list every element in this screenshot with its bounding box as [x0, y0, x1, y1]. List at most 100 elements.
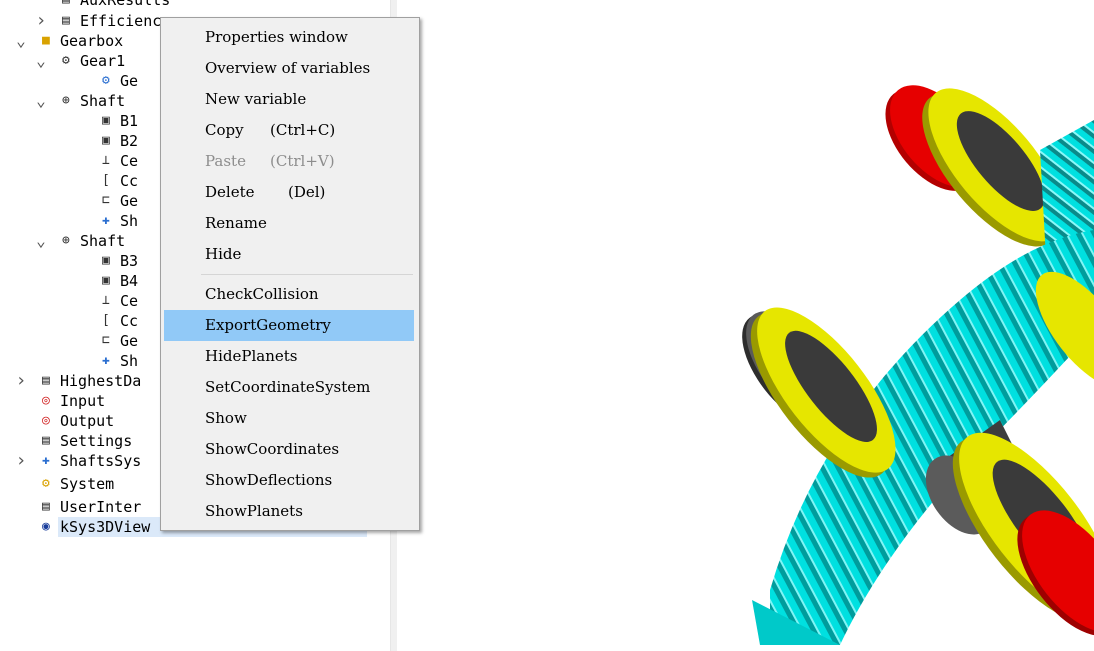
menu-item-showdeflections[interactable]: ShowDeflections: [164, 465, 414, 496]
table-icon: ▤: [42, 433, 50, 448]
table-icon: ▤: [62, 0, 76, 7]
tree-item-label: Settings: [60, 432, 133, 450]
tree-item-label: Efficienc: [80, 12, 162, 30]
menu-item-label: CheckCollision: [205, 285, 319, 303]
tree-item-label: Ce: [120, 152, 139, 170]
context-menu: Properties window Overview of variables Ne…: [160, 17, 420, 531]
3d-viewport[interactable]: [397, 0, 1094, 651]
gears-icon: ⚙: [102, 73, 110, 88]
force-icon: ⊥: [102, 153, 110, 168]
menu-item-label: New variable: [205, 90, 307, 108]
shaft-segment-icon: ✚: [102, 213, 110, 228]
menu-item-new-variable[interactable]: New variable: [164, 84, 414, 115]
tree-item-label: Output: [60, 412, 115, 430]
folder-icon: ■: [42, 33, 50, 48]
menu-item-label: Rename: [205, 214, 267, 232]
menu-item-rename[interactable]: Rename: [164, 208, 414, 239]
document-icon: ▤: [62, 13, 70, 28]
tree-item-label: Sh: [120, 352, 139, 370]
menu-item-overview-of-variables[interactable]: Overview of variables: [164, 53, 414, 84]
menu-item-delete[interactable]: Delete (Del): [164, 177, 414, 208]
menu-item-shortcut: (Del): [288, 183, 326, 201]
shafts-system-icon: ✚: [42, 453, 50, 468]
menu-item-properties-window[interactable]: Properties window: [164, 22, 414, 53]
chevron-right-icon[interactable]: ›: [14, 451, 28, 471]
tree-item-label: Input: [60, 392, 106, 410]
menu-item-paste[interactable]: Paste (Ctrl+V): [164, 146, 414, 177]
chevron-down-icon[interactable]: ⌄: [34, 231, 48, 251]
tree-item-label: B2: [120, 132, 139, 150]
table-icon: ▤: [42, 499, 50, 514]
tree-item[interactable]: ▤ AuxResults: [0, 0, 390, 10]
menu-item-label: ShowDeflections: [205, 471, 333, 489]
bearing-icon: ▣: [102, 113, 110, 128]
tree-item-label: HighestDa: [60, 372, 142, 390]
menu-item-label: Paste: [205, 152, 246, 170]
tree-item-label: Gear1: [80, 52, 126, 70]
menu-item-label: ShowCoordinates: [205, 440, 340, 458]
menu-item-showplanets[interactable]: ShowPlanets: [164, 496, 414, 527]
menu-item-label: ExportGeometry: [205, 316, 331, 334]
menu-item-label: Show: [205, 409, 247, 427]
menu-item-label: HidePlanets: [205, 347, 298, 365]
tree-item-label: B3: [120, 252, 139, 270]
menu-item-hide[interactable]: Hide: [164, 239, 414, 270]
menu-item-shortcut: (Ctrl+V): [270, 152, 335, 170]
tree-item-label: Gearbox: [60, 32, 124, 50]
target-icon: ◎: [42, 413, 50, 428]
bearing-icon: ▣: [102, 273, 110, 288]
menu-item-label: Overview of variables: [205, 59, 371, 77]
tree-item-label: AuxResults: [80, 0, 171, 9]
coupling-icon: [: [102, 313, 110, 328]
tree-item-label: UserInter: [60, 498, 142, 516]
shaft-icon: ⊕: [62, 233, 70, 248]
tree-item-label: Shaft: [80, 232, 126, 250]
menu-item-label: Delete: [205, 183, 255, 201]
menu-item-copy[interactable]: Copy (Ctrl+C): [164, 115, 414, 146]
menu-item-checkcollision[interactable]: CheckCollision: [164, 279, 414, 310]
bearing-icon: ▣: [102, 253, 110, 268]
chevron-down-icon[interactable]: ⌄: [34, 91, 48, 111]
coupling-icon: [: [102, 173, 110, 188]
menu-item-exportgeometry[interactable]: ExportGeometry: [164, 310, 414, 341]
gear-icon: ⊏: [102, 333, 110, 348]
shaft-icon: ⊕: [62, 93, 70, 108]
menu-item-label: Copy: [205, 121, 244, 139]
target-icon: ◎: [42, 393, 50, 408]
3d-view-icon: ◉: [42, 519, 50, 534]
system-icon: ⚙: [42, 476, 50, 491]
menu-item-shortcut: (Ctrl+C): [270, 121, 336, 139]
tree-item-label: ShaftsSys: [60, 452, 142, 470]
chevron-down-icon[interactable]: ⌄: [34, 51, 48, 71]
menu-separator: [201, 274, 413, 275]
menu-item-show[interactable]: Show: [164, 403, 414, 434]
menu-item-hideplanets[interactable]: HidePlanets: [164, 341, 414, 372]
tree-item-label: B1: [120, 112, 139, 130]
tree-item-label: Ge: [120, 192, 139, 210]
bearing-icon: ▣: [102, 133, 110, 148]
tree-item-label: Ge: [120, 72, 139, 90]
gear-pair-icon: ⚙: [62, 53, 70, 68]
tree-item-label: B4: [120, 272, 139, 290]
tree-item-label: Ge: [120, 332, 139, 350]
gearbox-3d-render: [742, 85, 1094, 645]
chevron-down-icon[interactable]: ⌄: [14, 31, 28, 51]
menu-item-label: Hide: [205, 245, 242, 263]
tree-item-label: Sh: [120, 212, 139, 230]
menu-item-label: ShowPlanets: [205, 502, 303, 520]
chevron-right-icon[interactable]: ›: [34, 11, 48, 31]
gear-icon: ⊏: [102, 193, 110, 208]
tree-item-label: System: [60, 475, 115, 493]
tree-item-label: Cc: [120, 172, 139, 190]
menu-item-showcoordinates[interactable]: ShowCoordinates: [164, 434, 414, 465]
shaft-segment-icon: ✚: [102, 353, 110, 368]
tree-item-label: Shaft: [80, 92, 126, 110]
menu-item-label: Properties window: [205, 28, 348, 46]
menu-item-setcoordinatesystem[interactable]: SetCoordinateSystem: [164, 372, 414, 403]
table-icon: ▤: [42, 373, 50, 388]
tree-item-label: Ce: [120, 292, 139, 310]
chevron-right-icon[interactable]: ›: [14, 371, 28, 391]
force-icon: ⊥: [102, 293, 110, 308]
tree-item-label: Cc: [120, 312, 139, 330]
menu-item-label: SetCoordinateSystem: [205, 378, 371, 396]
